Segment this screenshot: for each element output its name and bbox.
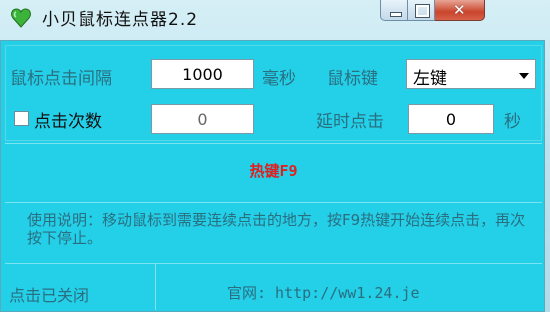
- chevron-down-icon[interactable]: [519, 73, 529, 79]
- status-state: 点击已关闭: [9, 286, 90, 305]
- minimize-icon: [390, 12, 402, 17]
- delay-unit-label: 秒: [504, 112, 521, 132]
- click-count-input[interactable]: [151, 104, 254, 134]
- interval-label: 鼠标点击间隔: [10, 69, 112, 89]
- status-bar: 点击已关闭 官网: http://ww1.24.je: [5, 263, 542, 310]
- click-count-label[interactable]: 点击次数: [34, 107, 102, 132]
- close-button[interactable]: ✕: [435, 0, 485, 21]
- window-title: 小贝鼠标连点器2.2: [42, 10, 199, 30]
- hotkey-panel: 热键F9: [5, 143, 542, 203]
- app-window: 小贝鼠标连点器2.2 ✕ 鼠标点击间隔 毫秒 鼠标键 左键 点击次数 延时点击: [0, 0, 550, 312]
- usage-instructions: 使用说明：移动鼠标到需要连续点击的地方，按F9热键开始连续点击，再次按下停止。: [27, 211, 526, 247]
- mouse-button-label: 鼠标键: [327, 69, 378, 89]
- delay-label: 延时点击: [316, 112, 384, 132]
- maximize-button[interactable]: [408, 0, 435, 21]
- close-icon: ✕: [453, 1, 466, 19]
- client-area: 鼠标点击间隔 毫秒 鼠标键 左键 点击次数 延时点击 秒 热键F9 使用说明：移…: [0, 40, 545, 312]
- hotkey-label: 热键F9: [249, 162, 298, 180]
- minimize-button[interactable]: [380, 0, 408, 21]
- mouse-button-select[interactable]: 左键: [406, 59, 536, 89]
- delay-input[interactable]: [408, 104, 494, 134]
- title-bar[interactable]: 小贝鼠标连点器2.2 ✕: [0, 0, 550, 40]
- click-count-checkbox[interactable]: [14, 111, 29, 126]
- mouse-button-value: 左键: [413, 69, 447, 89]
- website-link[interactable]: 官网: http://ww1.24.je: [227, 282, 420, 303]
- status-divider: [155, 264, 156, 310]
- info-panel: 使用说明：移动鼠标到需要连续点击的地方，按F9热键开始连续点击，再次按下停止。: [5, 205, 542, 263]
- interval-unit-label: 毫秒: [262, 69, 296, 89]
- maximize-icon: [415, 4, 430, 18]
- settings-panel: 鼠标点击间隔 毫秒 鼠标键 左键 点击次数 延时点击 秒: [5, 45, 542, 141]
- green-heart-icon: [11, 8, 31, 28]
- interval-input[interactable]: [151, 59, 254, 89]
